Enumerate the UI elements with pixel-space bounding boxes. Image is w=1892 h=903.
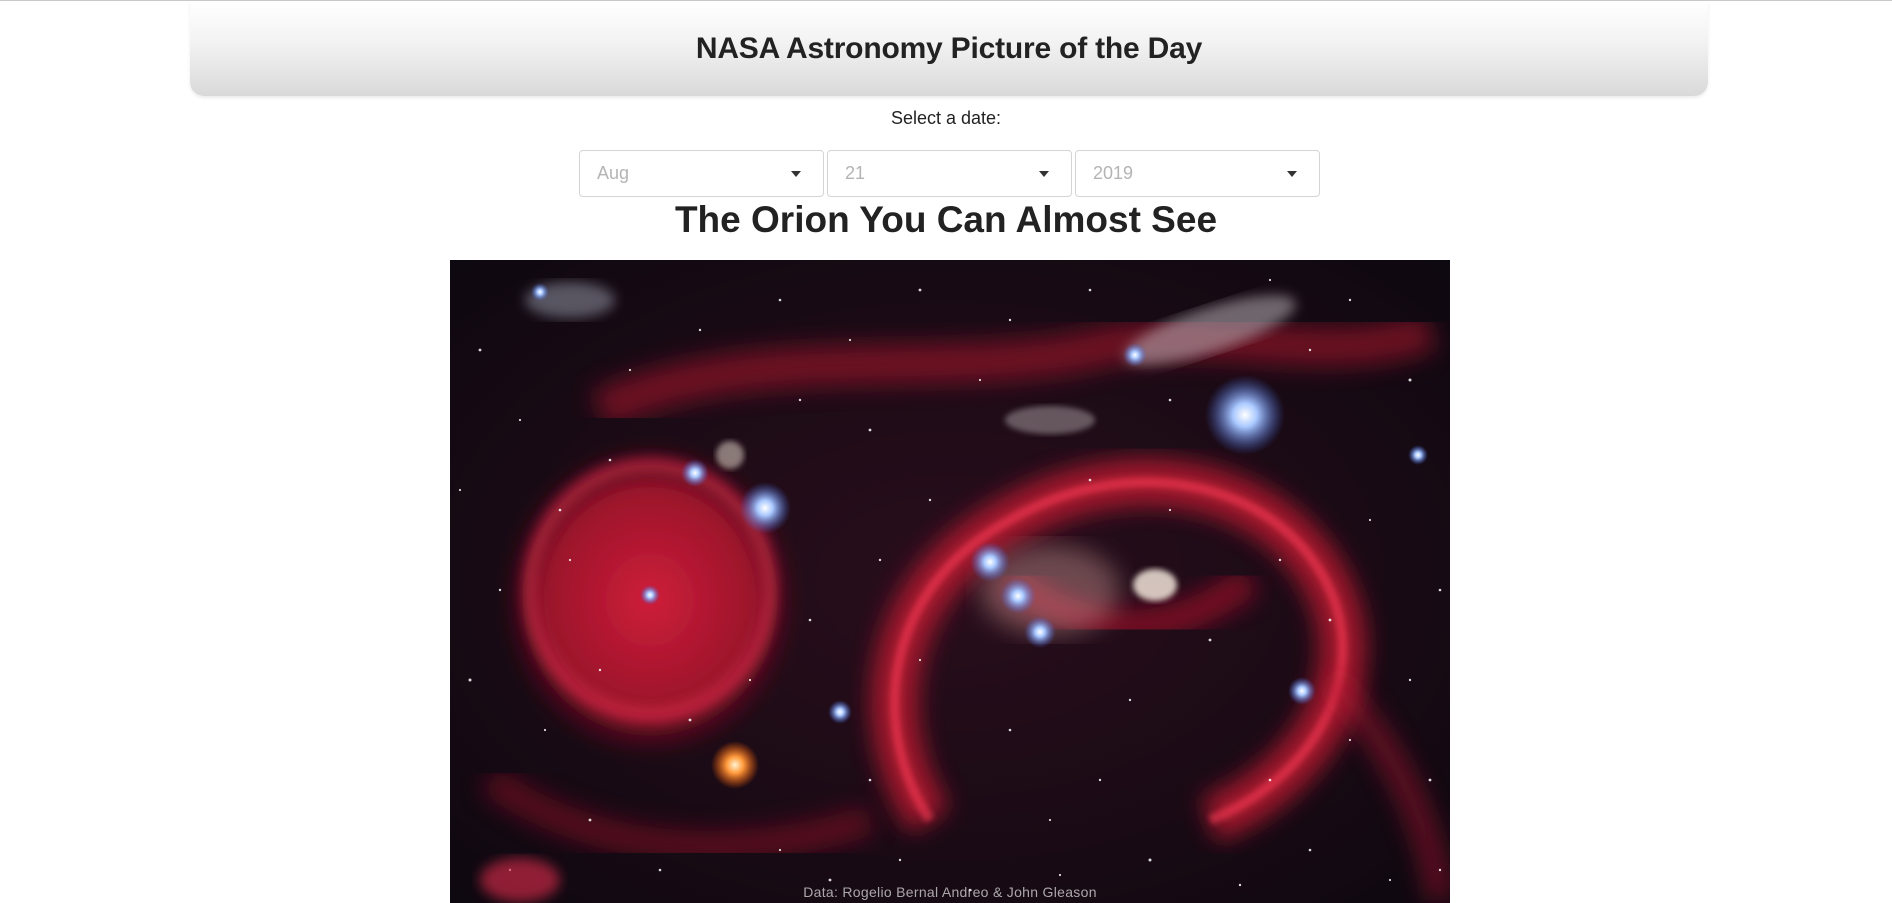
image-credit: Data: Rogelio Bernal Andreo & John Gleas… <box>803 884 1097 900</box>
caret-down-icon <box>791 170 801 177</box>
year-select-value: 2019 <box>1093 163 1134 183</box>
nebula-artwork <box>450 260 1450 903</box>
date-picker: Aug 21 2019 <box>579 150 1320 197</box>
day-select[interactable]: 21 <box>827 150 1072 197</box>
day-select-value: 21 <box>845 163 866 183</box>
month-select[interactable]: Aug <box>579 150 824 197</box>
month-select-value: Aug <box>597 163 630 183</box>
caret-down-icon <box>1039 170 1049 177</box>
page-header: NASA Astronomy Picture of the Day <box>190 1 1708 96</box>
page-title: NASA Astronomy Picture of the Day <box>695 31 1203 65</box>
apod-image: Data: Rogelio Bernal Andreo & John Gleas… <box>450 260 1450 903</box>
apod-title: The Orion You Can Almost See <box>674 199 1218 240</box>
caret-down-icon <box>1287 170 1297 177</box>
year-select[interactable]: 2019 <box>1075 150 1320 197</box>
date-picker-label: Select a date: <box>890 108 1002 128</box>
